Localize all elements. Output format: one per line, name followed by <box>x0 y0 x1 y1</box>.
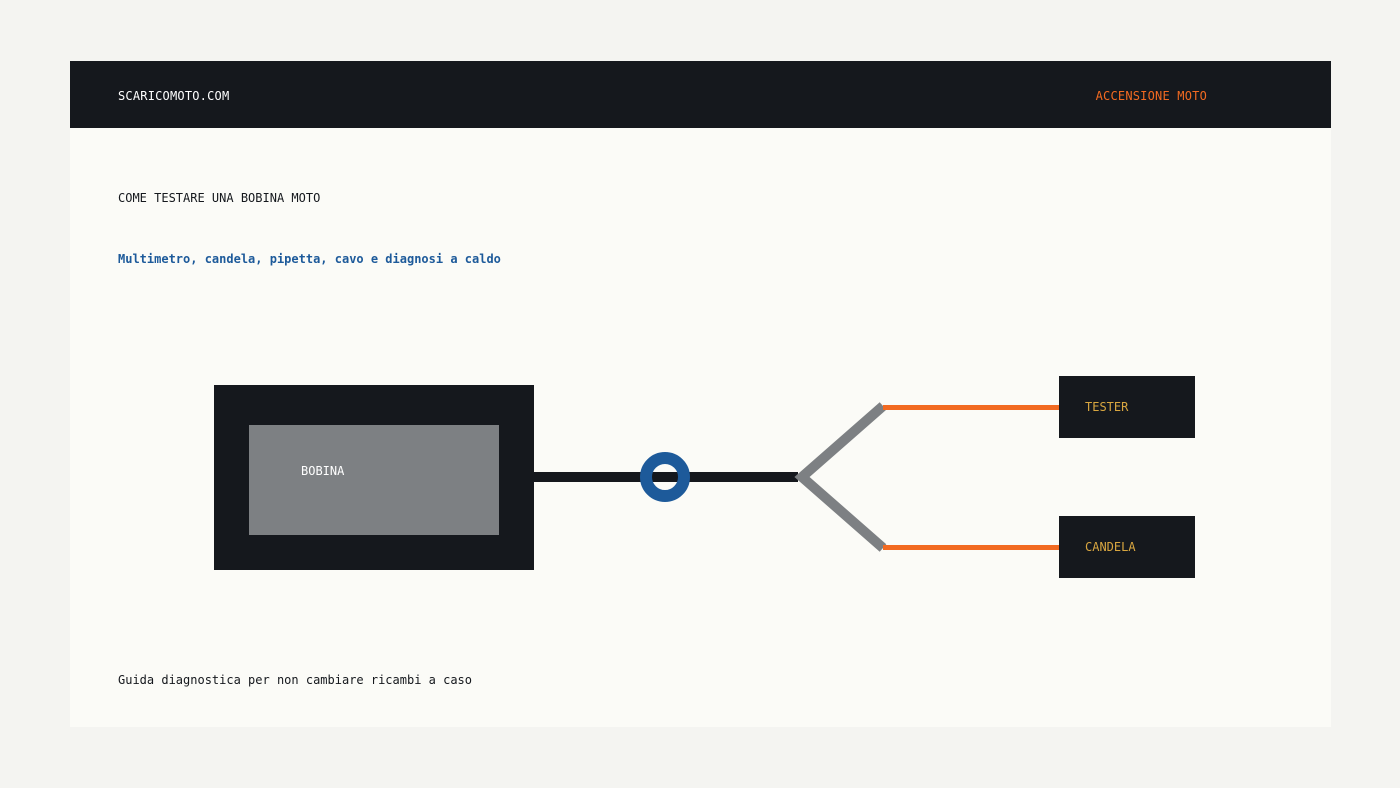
splitter-arms <box>794 402 887 552</box>
coil-test-diagram: BOBINA TESTER CANDELA <box>214 376 1195 578</box>
tester-label: TESTER <box>1085 400 1129 414</box>
content-card: SCARICOMOTO.COM ACCENSIONE MOTO COME TES… <box>70 61 1331 727</box>
footer-note: Guida diagnostica per non cambiare ricam… <box>118 673 473 687</box>
spark-plug-label: CANDELA <box>1085 540 1136 554</box>
coil-cable <box>534 472 798 482</box>
spark-plug-lead <box>883 545 1059 550</box>
tester-lead <box>883 405 1059 410</box>
coil-label: BOBINA <box>301 464 345 478</box>
coil-inner-block <box>249 425 499 535</box>
